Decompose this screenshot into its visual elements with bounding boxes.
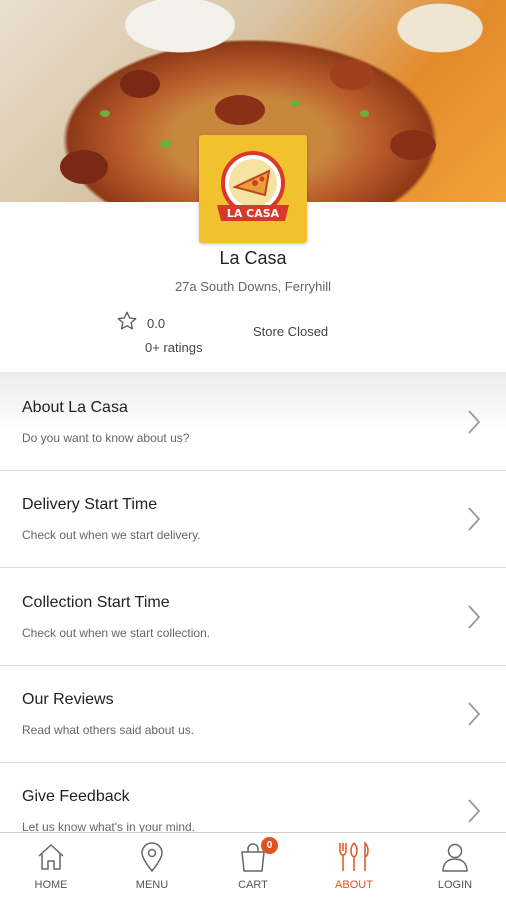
nav-menu[interactable]: MENU — [102, 833, 202, 901]
shopping-bag-icon — [203, 841, 303, 873]
chevron-right-icon — [466, 701, 482, 732]
bottom-nav: HOME MENU CART ABOUT LOGIN — [0, 832, 506, 901]
row-subtitle: Check out when we start collection. — [22, 626, 211, 640]
store-address: 27a South Downs, Ferryhill — [174, 279, 332, 294]
location-pin-icon — [102, 841, 202, 873]
chevron-right-icon — [466, 798, 482, 829]
nav-about-label: ABOUT — [335, 879, 373, 891]
chevron-right-icon — [466, 604, 482, 635]
menu-row-collection[interactable]: Collection Start Time Check out when we … — [0, 568, 506, 666]
menu-row-reviews[interactable]: Our Reviews Read what others said about … — [0, 665, 506, 763]
nav-home[interactable]: HOME — [1, 833, 101, 901]
ratings-count: 0+ ratings — [145, 340, 203, 355]
row-title: About La Casa — [22, 399, 128, 416]
store-logo: LA CASA — [199, 135, 307, 243]
store-status: Store Closed — [253, 324, 329, 339]
row-subtitle: Read what others said about us. — [22, 723, 195, 737]
menu-row-about[interactable]: About La Casa Do you want to know about … — [0, 373, 506, 471]
nav-menu-label: MENU — [135, 879, 169, 891]
fork-knife-icon — [304, 841, 404, 873]
user-icon — [405, 841, 505, 873]
home-icon — [1, 841, 101, 873]
row-subtitle: Check out when we start delivery. — [22, 528, 201, 542]
nav-login[interactable]: LOGIN — [405, 833, 505, 901]
row-subtitle: Do you want to know about us? — [22, 431, 190, 445]
star-icon — [116, 310, 138, 337]
nav-cart[interactable]: CART — [203, 833, 303, 901]
cart-count-badge: 0 — [261, 837, 278, 854]
chevron-right-icon — [466, 506, 482, 537]
chevron-right-icon — [466, 409, 482, 440]
nav-home-label: HOME — [34, 879, 68, 891]
row-title: Collection Start Time — [22, 594, 170, 611]
logo-text: LA CASA — [227, 207, 280, 220]
nav-about[interactable]: ABOUT — [304, 833, 404, 901]
row-title: Our Reviews — [22, 691, 114, 708]
rating-value: 0.0 — [147, 316, 166, 331]
nav-login-label: LOGIN — [437, 879, 473, 891]
nav-cart-label: CART — [238, 879, 268, 891]
store-name: La Casa — [219, 248, 287, 268]
row-title: Give Feedback — [22, 788, 130, 805]
row-title: Delivery Start Time — [22, 496, 158, 513]
menu-row-delivery[interactable]: Delivery Start Time Check out when we st… — [0, 470, 506, 568]
